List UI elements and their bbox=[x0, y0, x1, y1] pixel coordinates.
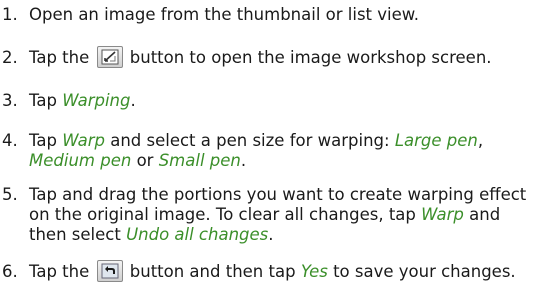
step-number: 3. bbox=[2, 91, 18, 110]
step-text-part: Tap the bbox=[29, 48, 90, 67]
step-text: Open an image from the thumbnail or list… bbox=[29, 5, 541, 25]
step-text-part: . bbox=[130, 91, 136, 110]
menu-item-warp: Warp bbox=[421, 205, 464, 224]
option-small-pen: Small pen bbox=[158, 151, 241, 170]
step-text-part: Tap and drag the portions you want to cr… bbox=[29, 185, 527, 204]
option-medium-pen: Medium pen bbox=[29, 151, 132, 170]
step-text-part: to save your changes. bbox=[333, 262, 516, 281]
option-undo-all-changes: Undo all changes bbox=[126, 225, 269, 244]
step-number: 1. bbox=[2, 5, 18, 24]
step-text: Tap the button to open the image worksho… bbox=[29, 46, 541, 68]
menu-item-warping: Warping bbox=[62, 91, 131, 110]
step-text-part: Tap bbox=[29, 91, 57, 110]
step-text: Tap Warp and select a pen size for warpi… bbox=[29, 131, 541, 171]
step-text-part: Tap bbox=[29, 131, 57, 150]
step-text: Tap the button and then tap Yes to save … bbox=[29, 260, 541, 282]
step-text-part: button and then tap bbox=[129, 262, 296, 281]
option-yes: Yes bbox=[300, 262, 328, 281]
step-text-part: on the original image. To clear all chan… bbox=[29, 205, 416, 224]
step-text: Tap and drag the portions you want to cr… bbox=[29, 185, 541, 245]
back-arrow-icon bbox=[96, 260, 123, 282]
step-text-part: or bbox=[136, 151, 154, 170]
step-text-part: and bbox=[469, 205, 501, 224]
menu-item-warp: Warp bbox=[62, 131, 105, 150]
option-large-pen: Large pen bbox=[394, 131, 478, 150]
step-number: 6. bbox=[2, 262, 18, 281]
step-text-part: . bbox=[268, 225, 274, 244]
step-number: 5. bbox=[2, 185, 18, 204]
image-workshop-icon bbox=[96, 46, 123, 68]
step-text-part: . bbox=[240, 151, 247, 170]
step-text: Tap Warping. bbox=[29, 91, 541, 111]
step-text-part: Open an image from the thumbnail or list… bbox=[29, 5, 419, 24]
step-text-part: and select a pen size for warping: bbox=[110, 131, 390, 150]
step-number: 4. bbox=[2, 131, 18, 150]
step-number: 2. bbox=[2, 48, 18, 67]
step-text-part: then select bbox=[29, 225, 121, 244]
step-text-part: Tap the bbox=[29, 262, 90, 281]
step-text-part: , bbox=[477, 131, 484, 150]
step-text-part: button to open the image workshop screen… bbox=[129, 48, 492, 67]
